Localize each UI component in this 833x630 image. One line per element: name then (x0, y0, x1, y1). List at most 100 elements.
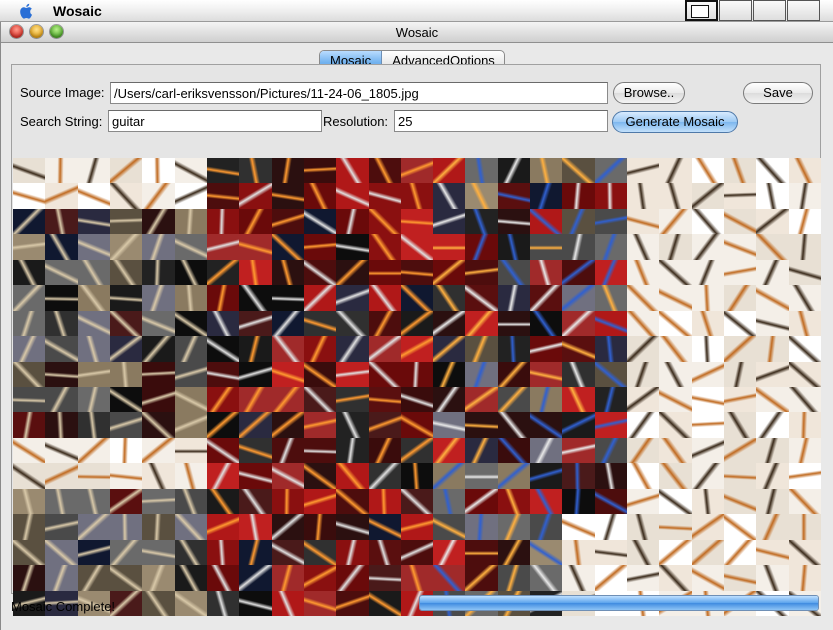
mosaic-tile (465, 488, 498, 515)
resolution-field[interactable] (394, 110, 608, 132)
space-3-button[interactable] (753, 0, 786, 21)
mosaic-panel: Source Image: Browse.. Save Search Strin… (11, 64, 821, 616)
mosaic-tile (497, 208, 531, 235)
mosaic-tile (659, 310, 692, 337)
app-menu-name[interactable]: Wosaic (53, 3, 102, 19)
mosaic-tile (77, 387, 110, 413)
mosaic-tile (400, 463, 434, 489)
mosaic-tile (530, 183, 563, 209)
mosaic-tile (756, 310, 789, 337)
mosaic-tile (45, 361, 78, 387)
mosaic-tile (465, 463, 498, 489)
mosaic-tile (659, 463, 692, 489)
mosaic-tile (562, 259, 595, 286)
mosaic-tile (303, 310, 337, 337)
mosaic-tile (659, 437, 692, 464)
mosaic-tile (77, 361, 110, 387)
mosaic-tile (271, 183, 304, 209)
mosaic-tile (691, 514, 725, 540)
mosaic-tile (206, 514, 240, 540)
mosaic-tile (562, 361, 595, 387)
mosaic-tile (562, 488, 595, 515)
mosaic-tile (724, 539, 757, 566)
mosaic-tile (303, 183, 337, 209)
mosaic-tile (562, 336, 595, 362)
mosaic-tile (724, 285, 757, 311)
mosaic-tile (756, 514, 789, 540)
mosaic-tile (400, 412, 434, 438)
mosaic-tile (691, 310, 725, 337)
mosaic-tile (45, 514, 78, 540)
mosaic-tile (594, 412, 628, 438)
mosaic-tile (433, 539, 466, 566)
space-1-button[interactable] (685, 0, 718, 21)
mosaic-tile (109, 259, 143, 286)
mosaic-tile (788, 539, 821, 566)
mosaic-tile (109, 463, 143, 489)
mosaic-tile (788, 361, 821, 387)
mosaic-tile (530, 336, 563, 362)
mosaic-tile (336, 158, 369, 184)
mosaic-tile (271, 285, 304, 311)
mosaic-tile (174, 565, 207, 591)
mosaic-tile (368, 463, 401, 489)
mosaic-tile (724, 437, 757, 464)
mosaic-tile (336, 514, 369, 540)
mosaic-tile (77, 259, 110, 286)
mosaic-tile (174, 361, 207, 387)
mosaic-tile (562, 310, 595, 337)
mosaic-tile (239, 336, 272, 362)
mosaic-tile (400, 158, 434, 184)
mosaic-tile (788, 336, 821, 362)
space-4-button[interactable] (787, 0, 820, 21)
mosaic-tile (271, 310, 304, 337)
mosaic-tile (433, 285, 466, 311)
mosaic-tile (13, 234, 46, 260)
mosaic-tile (497, 488, 531, 515)
mosaic-tile (174, 183, 207, 209)
mosaic-tile (530, 565, 563, 591)
mosaic-tile (336, 488, 369, 515)
save-button[interactable]: Save (743, 82, 813, 104)
mosaic-tile (400, 259, 434, 286)
generate-mosaic-button[interactable]: Generate Mosaic (612, 111, 738, 133)
window-titlebar[interactable]: Wosaic (1, 22, 833, 43)
space-2-button[interactable] (719, 0, 752, 21)
mosaic-tile (142, 463, 175, 489)
mosaic-tile (659, 336, 692, 362)
apple-menu-icon[interactable] (18, 2, 36, 20)
mosaic-tile (691, 158, 725, 184)
mosaic-tile (368, 539, 401, 566)
source-image-field[interactable] (110, 82, 608, 104)
mosaic-tile (206, 310, 240, 337)
mosaic-tile (724, 463, 757, 489)
mosaic-tile (142, 590, 175, 616)
mosaic-tile (756, 361, 789, 387)
mosaic-tile (433, 437, 466, 464)
spaces-switcher (684, 0, 820, 22)
mosaic-tile (303, 539, 337, 566)
mosaic-tile (691, 539, 725, 566)
mosaic-tile (271, 514, 304, 540)
mosaic-tile (433, 336, 466, 362)
mosaic-tile (562, 412, 595, 438)
mosaic-tile (659, 412, 692, 438)
mosaic-tile (239, 259, 272, 286)
mosaic-tile (756, 234, 789, 260)
mosaic-tile (530, 514, 563, 540)
mosaic-tile (77, 565, 110, 591)
mosaic-tile (691, 387, 725, 413)
mosaic-tile (594, 514, 628, 540)
mosaic-tile (659, 514, 692, 540)
mosaic-tile (13, 488, 46, 515)
mosaic-tile (206, 158, 240, 184)
search-string-field[interactable] (108, 110, 322, 132)
mosaic-tile (691, 463, 725, 489)
mosaic-tile (77, 539, 110, 566)
mosaic-tile (691, 208, 725, 235)
mosaic-tile (788, 310, 821, 337)
mosaic-tile (562, 183, 595, 209)
mosaic-tile (45, 387, 78, 413)
browse-button[interactable]: Browse.. (613, 82, 685, 104)
mosaic-tile (13, 387, 46, 413)
